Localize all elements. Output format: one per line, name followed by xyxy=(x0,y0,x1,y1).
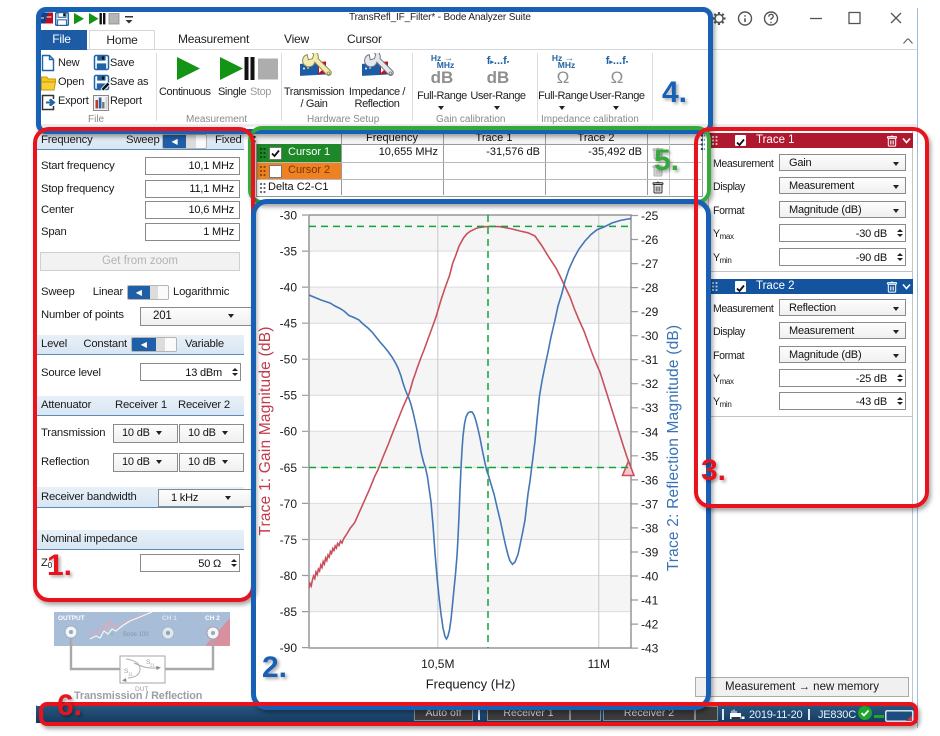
svg-text:Bode 100: Bode 100 xyxy=(123,632,149,638)
svg-text:CH 1: CH 1 xyxy=(162,615,177,622)
svg-text:11: 11 xyxy=(128,672,133,677)
svg-text:OUTPUT: OUTPUT xyxy=(58,615,85,622)
svg-text:CH 2: CH 2 xyxy=(205,615,220,622)
svg-text:21: 21 xyxy=(150,663,156,668)
